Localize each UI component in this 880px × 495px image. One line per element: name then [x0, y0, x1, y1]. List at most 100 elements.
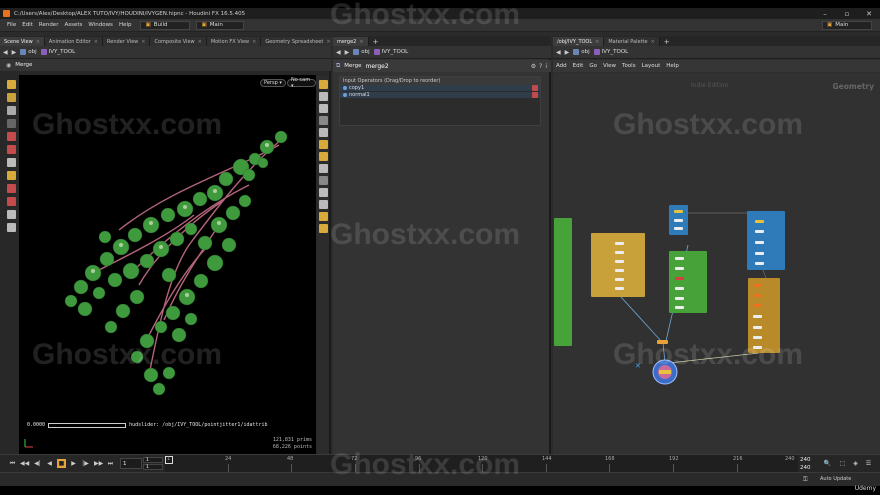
net-menu-go[interactable]: Go [589, 63, 597, 69]
path-obj[interactable]: obj [353, 49, 370, 55]
gear-icon[interactable]: ⚙ [531, 63, 536, 70]
pin-icon[interactable]: ◉ [6, 62, 11, 69]
points-icon[interactable] [318, 188, 328, 197]
lighting-icon[interactable] [318, 104, 328, 113]
close-tab-icon[interactable]: × [252, 39, 256, 45]
step-back-icon[interactable]: ◀| [33, 459, 42, 468]
node-name-field[interactable]: merge2 [365, 63, 388, 70]
hud-slider-track[interactable] [48, 422, 127, 428]
handle-tool-icon[interactable] [6, 132, 16, 141]
close-tab-icon[interactable]: × [326, 39, 330, 45]
3d-viewport[interactable]: Persp ▾ No cam ▾ 0.0000 hudslider: /obj/… [19, 75, 316, 454]
tab-merge2[interactable]: merge2 × [333, 37, 369, 46]
add-tab-icon[interactable]: + [660, 38, 674, 46]
path-node[interactable]: IVY_TOOL [373, 49, 408, 55]
input-row[interactable]: copy1 [340, 85, 540, 92]
display-options-icon[interactable] [318, 80, 328, 89]
timeline[interactable]: 1 24 48 72 96 120 144 168 192 216 240 [165, 455, 798, 473]
snapshot-icon[interactable] [318, 200, 328, 209]
keyframe-icon[interactable]: ⬚ [838, 459, 847, 468]
merge-node[interactable] [657, 340, 668, 344]
network-box-green[interactable] [554, 218, 572, 346]
close-tab-icon[interactable]: × [595, 39, 599, 45]
key-icon[interactable]: ◈ [851, 459, 860, 468]
step-forward-icon[interactable]: |▶ [81, 459, 90, 468]
ghost-icon[interactable] [318, 140, 328, 149]
end-frame-field-2[interactable]: 240 [800, 464, 811, 472]
zoom-key-icon[interactable]: 🔍 [823, 459, 832, 468]
path-obj[interactable]: obj [20, 49, 37, 55]
path-node[interactable]: IVY_TOOL [593, 49, 628, 55]
path-node[interactable]: IVY_TOOL [40, 49, 75, 55]
close-tab-icon[interactable]: × [198, 39, 202, 45]
camera-tool-icon[interactable] [6, 223, 16, 232]
jump-end-icon[interactable]: ⏭ [106, 459, 115, 468]
net-menu-add[interactable]: Add [556, 63, 567, 69]
maximize-button[interactable]: ▫ [836, 10, 858, 18]
remove-input-icon[interactable] [532, 85, 538, 91]
net-menu-edit[interactable]: Edit [573, 63, 584, 69]
stop-icon[interactable]: ■ [57, 459, 66, 468]
grid-icon[interactable] [318, 164, 328, 173]
playbar-options-icon[interactable]: ☰ [864, 459, 873, 468]
tab-composite-view[interactable]: Composite View × [150, 37, 207, 46]
build-desk-selector[interactable]: ▣ Build [140, 20, 191, 30]
node-box-blue-small[interactable] [669, 205, 688, 235]
rotate-tool-icon[interactable] [6, 106, 16, 115]
hud-slider[interactable]: 0.0000 hudslider: /obj/IVY_TOOL/pointjit… [27, 422, 268, 428]
start-frame-field-2[interactable]: 1 [143, 464, 163, 470]
menu-assets[interactable]: Assets [61, 22, 85, 28]
snap-tool-icon[interactable] [6, 171, 16, 180]
tab-scene-view[interactable]: Scene View × [0, 37, 45, 46]
net-menu-view[interactable]: View [603, 63, 616, 69]
shading-icon[interactable] [318, 116, 328, 125]
step-forward-key-icon[interactable]: ▶▶ [94, 459, 103, 468]
menu-file[interactable]: File [4, 22, 19, 28]
remove-input-icon[interactable] [532, 92, 538, 98]
tab-render-view[interactable]: Render View × [103, 37, 151, 46]
auto-update-toggle[interactable]: Auto Update [820, 476, 851, 482]
forward-arrow-icon[interactable]: ▶ [345, 49, 350, 56]
path-obj[interactable]: obj [573, 49, 590, 55]
tab-geometry-spreadsheet[interactable]: Geometry Spreadsheet × [261, 37, 336, 46]
close-tab-icon[interactable]: × [359, 39, 363, 45]
info-icon[interactable]: i [545, 63, 547, 70]
net-menu-layout[interactable]: Layout [642, 63, 661, 69]
net-menu-tools[interactable]: Tools [622, 63, 636, 69]
right-desk-selector[interactable]: ▣ Main [822, 20, 872, 30]
net-menu-help[interactable]: Help [666, 63, 679, 69]
magnet-tool-icon[interactable] [6, 184, 16, 193]
menu-edit[interactable]: Edit [19, 22, 36, 28]
select-tool-icon[interactable] [6, 80, 16, 89]
view-tool-icon[interactable] [6, 158, 16, 167]
tab-ivy-tool-network[interactable]: /obj/IVY_TOOL × [553, 37, 605, 46]
menu-windows[interactable]: Windows [85, 22, 116, 28]
home-view-icon[interactable] [318, 92, 328, 101]
node-box-gold[interactable] [748, 278, 780, 353]
brush-tool-icon[interactable] [6, 197, 16, 206]
tab-motion-fx-view[interactable]: Motion FX View × [206, 37, 262, 46]
input-row[interactable]: normal1 [340, 92, 540, 99]
close-button[interactable]: ✕ [858, 10, 880, 18]
display-flag-icon[interactable]: ✕ [635, 362, 641, 370]
main-desk-selector[interactable]: ▣ Main [196, 20, 245, 30]
close-tab-icon[interactable]: × [141, 39, 145, 45]
lock-icon[interactable]: ⚿ [803, 476, 808, 484]
pose-tool-icon[interactable] [6, 145, 16, 154]
step-back-key-icon[interactable]: ◀◀ [20, 459, 29, 468]
play-icon[interactable]: ▶ [69, 459, 78, 468]
end-frame-field[interactable]: 240 [800, 456, 811, 464]
menu-help[interactable]: Help [116, 22, 135, 28]
help-icon[interactable]: ? [539, 63, 542, 70]
template-icon[interactable] [318, 152, 328, 161]
close-tab-icon[interactable]: × [651, 39, 655, 45]
back-arrow-icon[interactable]: ◀ [336, 49, 341, 56]
start-frame-field[interactable]: 1 [143, 457, 163, 463]
output-node-icon[interactable] [650, 357, 680, 387]
tab-material-palette[interactable]: Material Palette × [604, 37, 660, 46]
play-reverse-icon[interactable]: ◀ [45, 459, 54, 468]
move-tool-icon[interactable] [6, 93, 16, 102]
measure-tool-icon[interactable] [6, 210, 16, 219]
wireframe-icon[interactable] [318, 128, 328, 137]
node-box-green[interactable] [669, 251, 707, 313]
